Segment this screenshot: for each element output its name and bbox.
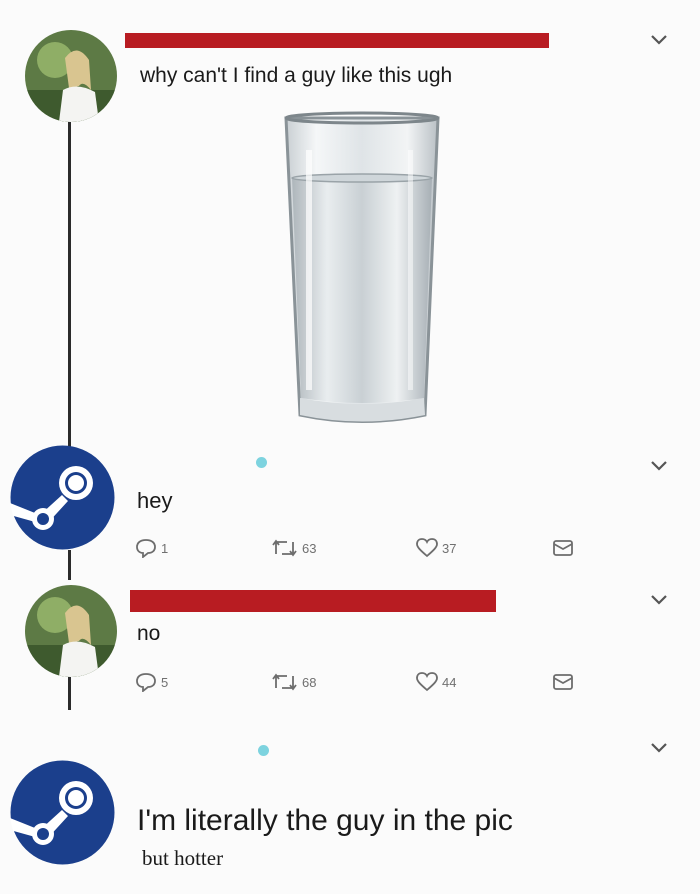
tweet-text: why can't I find a guy like this ugh <box>140 64 453 87</box>
chevron-down-icon[interactable] <box>648 592 670 608</box>
reply-count: 1 <box>161 540 169 556</box>
like-count: 44 <box>442 674 457 690</box>
glass-of-water-image <box>284 111 440 423</box>
dm-button[interactable] <box>552 672 574 692</box>
avatar[interactable] <box>25 585 117 677</box>
mail-icon <box>553 540 573 556</box>
status-dot <box>258 745 269 756</box>
retweet-icon <box>272 673 297 691</box>
chevron-down-icon[interactable] <box>648 32 670 48</box>
chevron-down-icon[interactable] <box>648 458 670 474</box>
reply-icon <box>136 673 156 692</box>
reply-button[interactable]: 1 <box>135 538 168 558</box>
mail-icon <box>553 674 573 690</box>
dm-button[interactable] <box>552 538 574 558</box>
steam-avatar[interactable] <box>10 760 115 865</box>
tweet-text: I'm literally the guy in the pic <box>137 804 513 837</box>
redacted-username <box>125 33 549 48</box>
like-button[interactable]: 44 <box>416 672 456 692</box>
tweet-subtext: but hotter <box>142 846 224 870</box>
heart-icon <box>416 538 438 558</box>
tweet-text: no <box>137 622 161 645</box>
tweet-text: hey <box>137 488 173 513</box>
reply-icon <box>136 539 156 558</box>
retweet-button[interactable]: 63 <box>272 538 316 558</box>
like-button[interactable]: 37 <box>416 538 456 558</box>
thread-line <box>68 550 71 580</box>
retweet-button[interactable]: 68 <box>272 672 316 692</box>
retweet-count: 63 <box>302 540 317 556</box>
chevron-down-icon[interactable] <box>648 740 670 756</box>
heart-icon <box>416 672 438 692</box>
reply-count: 5 <box>161 674 169 690</box>
steam-avatar[interactable] <box>10 445 115 550</box>
thread-line <box>68 118 71 456</box>
retweet-icon <box>272 539 297 557</box>
status-dot <box>256 457 267 468</box>
reply-button[interactable]: 5 <box>135 672 168 692</box>
retweet-count: 68 <box>302 674 317 690</box>
like-count: 37 <box>442 540 457 556</box>
redacted-username <box>130 590 496 612</box>
avatar[interactable] <box>25 30 117 122</box>
